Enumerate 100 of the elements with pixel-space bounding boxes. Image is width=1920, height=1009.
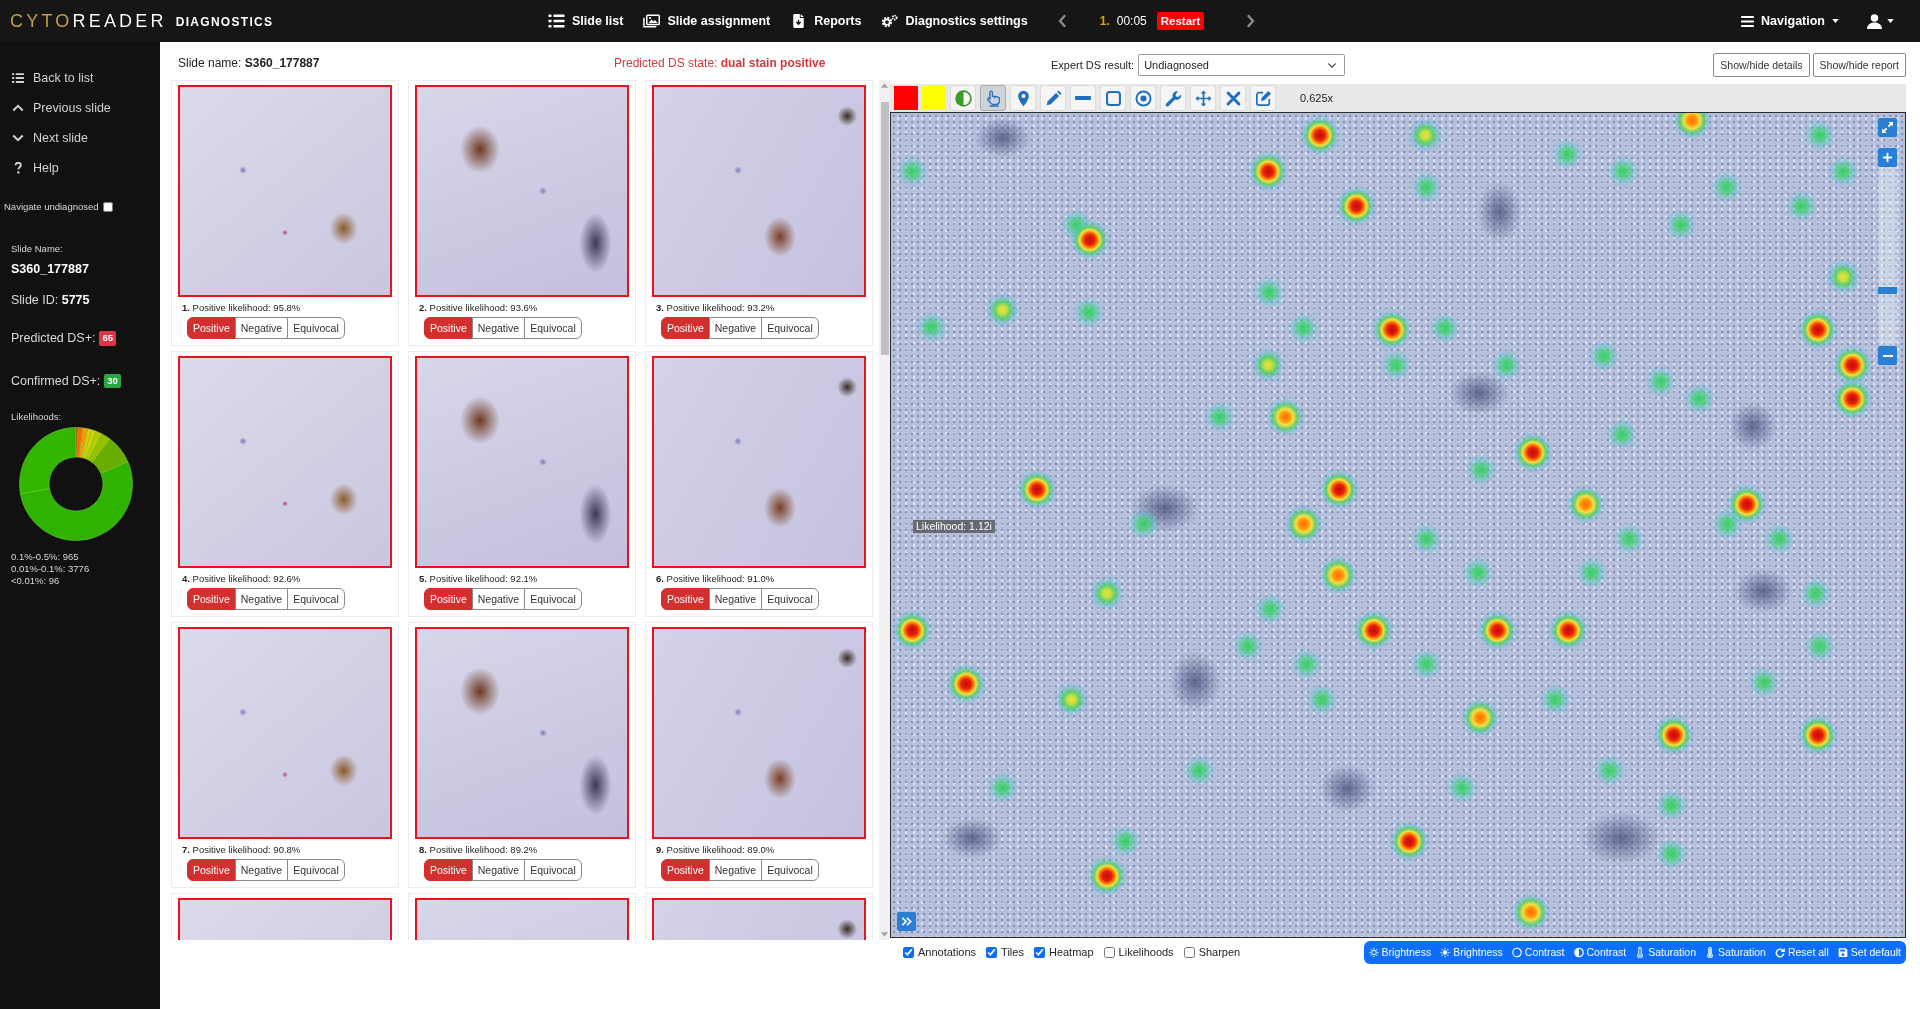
zoom-out-button[interactable] bbox=[1878, 346, 1897, 365]
decision-button[interactable]: Negative bbox=[234, 859, 289, 881]
expert-result-select[interactable]: Undiagnosed bbox=[1138, 54, 1346, 76]
decision-button[interactable]: Negative bbox=[708, 317, 763, 339]
photo-placeholder[interactable] bbox=[415, 627, 629, 839]
tool-button[interactable] bbox=[1250, 85, 1276, 111]
scroll-up-icon[interactable] bbox=[881, 83, 888, 88]
decision-button[interactable]: Equivocal bbox=[287, 588, 345, 610]
sidebar-item[interactable]: Help bbox=[0, 153, 150, 183]
decision-button[interactable]: Positive bbox=[661, 859, 710, 881]
decision-button[interactable]: Equivocal bbox=[524, 859, 582, 881]
decision-button[interactable]: Negative bbox=[234, 317, 289, 339]
photo-placeholder[interactable] bbox=[652, 627, 866, 839]
photo-placeholder[interactable] bbox=[652, 356, 866, 568]
thermometer-full-icon bbox=[1705, 946, 1716, 958]
scrollbar-track[interactable] bbox=[879, 80, 890, 940]
circle-outline-icon bbox=[1511, 946, 1522, 958]
checkbox[interactable] bbox=[1103, 946, 1115, 958]
toggle-button[interactable]: Show/hide details bbox=[1713, 53, 1810, 77]
adjustment-button[interactable]: Saturation bbox=[1630, 940, 1702, 964]
adjustment-button[interactable]: Contrast bbox=[1506, 940, 1570, 964]
decision-button[interactable]: Positive bbox=[187, 859, 236, 881]
adjustment-button[interactable]: Brightness bbox=[1435, 940, 1508, 964]
decision-button[interactable]: Negative bbox=[471, 317, 526, 339]
decision-button[interactable]: Equivocal bbox=[287, 317, 345, 339]
decision-button[interactable]: Positive bbox=[661, 588, 710, 610]
decision-button[interactable]: Positive bbox=[424, 317, 473, 339]
nav-link[interactable]: Reports bbox=[790, 11, 862, 31]
decision-button[interactable]: Negative bbox=[708, 588, 763, 610]
photo-placeholder[interactable] bbox=[652, 85, 866, 297]
zoom-in-button[interactable] bbox=[1878, 148, 1897, 167]
tool-button[interactable] bbox=[1040, 85, 1066, 111]
pointer-hand-icon bbox=[984, 89, 1002, 107]
decision-button[interactable]: Negative bbox=[234, 588, 289, 610]
photo-placeholder[interactable] bbox=[178, 85, 392, 297]
tool-button[interactable] bbox=[1010, 85, 1036, 111]
list-icon bbox=[548, 14, 565, 28]
nav-link[interactable]: Diagnostics settings bbox=[881, 11, 1028, 31]
photo-placeholder[interactable] bbox=[415, 356, 629, 568]
decision-button[interactable]: Positive bbox=[187, 588, 236, 610]
half-circle-icon bbox=[1573, 946, 1584, 958]
decision-button[interactable]: Negative bbox=[471, 859, 526, 881]
decision-button[interactable]: Negative bbox=[471, 588, 526, 610]
heatmap-slide-image[interactable] bbox=[891, 113, 1905, 937]
tool-button[interactable] bbox=[1160, 85, 1186, 111]
tool-button[interactable] bbox=[1220, 85, 1246, 111]
checkbox[interactable] bbox=[1033, 946, 1045, 958]
decision-button[interactable]: Positive bbox=[187, 317, 236, 339]
checkbox[interactable] bbox=[903, 946, 914, 958]
decision-button[interactable]: Equivocal bbox=[524, 317, 582, 339]
checkbox[interactable] bbox=[102, 202, 113, 213]
checkbox-label: Heatmap bbox=[1048, 944, 1094, 960]
adjustment-button[interactable]: Brightness bbox=[1363, 940, 1437, 964]
zoom-slider-thumb[interactable] bbox=[1878, 286, 1897, 294]
photo-placeholder[interactable] bbox=[178, 356, 392, 568]
color-swatch[interactable] bbox=[894, 86, 918, 110]
nav-link[interactable]: Slide list bbox=[548, 11, 624, 31]
count-badge: 30 bbox=[104, 373, 121, 389]
decision-button[interactable]: Negative bbox=[708, 859, 763, 881]
legend-text: <0.01%: 96 bbox=[11, 574, 61, 587]
scrollbar-thumb[interactable] bbox=[880, 102, 889, 355]
tool-button[interactable] bbox=[1100, 85, 1126, 111]
tool-button[interactable] bbox=[980, 85, 1006, 111]
restart-button[interactable]: Restart bbox=[1156, 11, 1205, 31]
field-label: Expert DS result: bbox=[1051, 57, 1135, 73]
sidebar-item[interactable]: Back to list bbox=[0, 63, 150, 93]
tool-button[interactable] bbox=[1190, 85, 1216, 111]
color-swatch[interactable] bbox=[922, 86, 946, 110]
scroll-down-icon[interactable] bbox=[881, 932, 888, 937]
chevron-left-icon[interactable] bbox=[1057, 14, 1067, 28]
sun-outline-icon bbox=[1368, 946, 1379, 958]
toggle-button[interactable]: Show/hide report bbox=[1812, 53, 1906, 77]
checkbox-label: Likelihoods bbox=[1118, 944, 1174, 960]
decision-button[interactable]: Positive bbox=[661, 317, 710, 339]
adjustment-button[interactable]: Reset all bbox=[1769, 940, 1834, 964]
decision-button[interactable]: Equivocal bbox=[287, 859, 345, 881]
sidebar-item[interactable]: Previous slide bbox=[0, 93, 150, 123]
tool-button[interactable] bbox=[950, 85, 976, 111]
adjustment-button[interactable]: Set default bbox=[1832, 940, 1906, 964]
checkbox[interactable] bbox=[1183, 946, 1195, 958]
decision-button[interactable]: Positive bbox=[424, 588, 473, 610]
nav-link[interactable]: Slide assignment bbox=[643, 11, 771, 31]
adjustment-button[interactable]: Contrast bbox=[1568, 940, 1632, 964]
decision-button[interactable]: Positive bbox=[424, 859, 473, 881]
chevron-right-icon[interactable] bbox=[1246, 14, 1256, 28]
expand-panel-button[interactable] bbox=[897, 912, 916, 931]
sidebar-item[interactable]: Next slide bbox=[0, 123, 150, 153]
adjustment-button[interactable]: Saturation bbox=[1700, 940, 1771, 964]
photo-placeholder[interactable] bbox=[415, 85, 629, 297]
checkbox[interactable] bbox=[986, 946, 998, 958]
tool-button[interactable] bbox=[1070, 85, 1096, 111]
photo-placeholder[interactable] bbox=[178, 627, 392, 839]
decision-button[interactable]: Equivocal bbox=[761, 588, 819, 610]
tool-button[interactable] bbox=[1130, 85, 1156, 111]
navigation-menu[interactable]: Navigation bbox=[1737, 9, 1843, 33]
fullscreen-button[interactable] bbox=[1878, 118, 1897, 137]
checkbox-label: Annotations bbox=[918, 944, 977, 960]
decision-button[interactable]: Equivocal bbox=[761, 317, 819, 339]
decision-button[interactable]: Equivocal bbox=[524, 588, 582, 610]
decision-button[interactable]: Equivocal bbox=[761, 859, 819, 881]
